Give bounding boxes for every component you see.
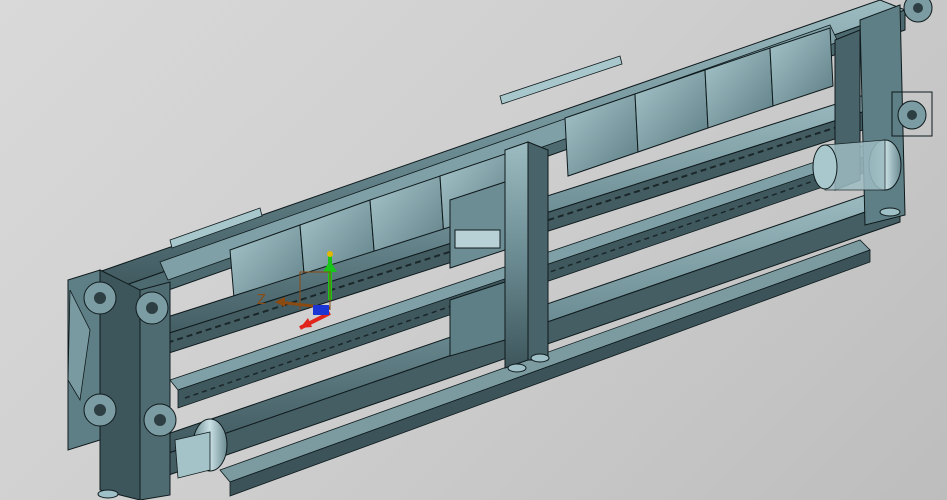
z-axis-label: Z xyxy=(257,293,266,308)
triad-pivot xyxy=(313,305,329,315)
triad-handle xyxy=(327,251,333,257)
conveyor-assembly-model[interactable]: Z xyxy=(0,0,947,500)
cad-viewport[interactable]: Z xyxy=(0,0,947,500)
x-axis-arrowhead xyxy=(300,318,312,328)
